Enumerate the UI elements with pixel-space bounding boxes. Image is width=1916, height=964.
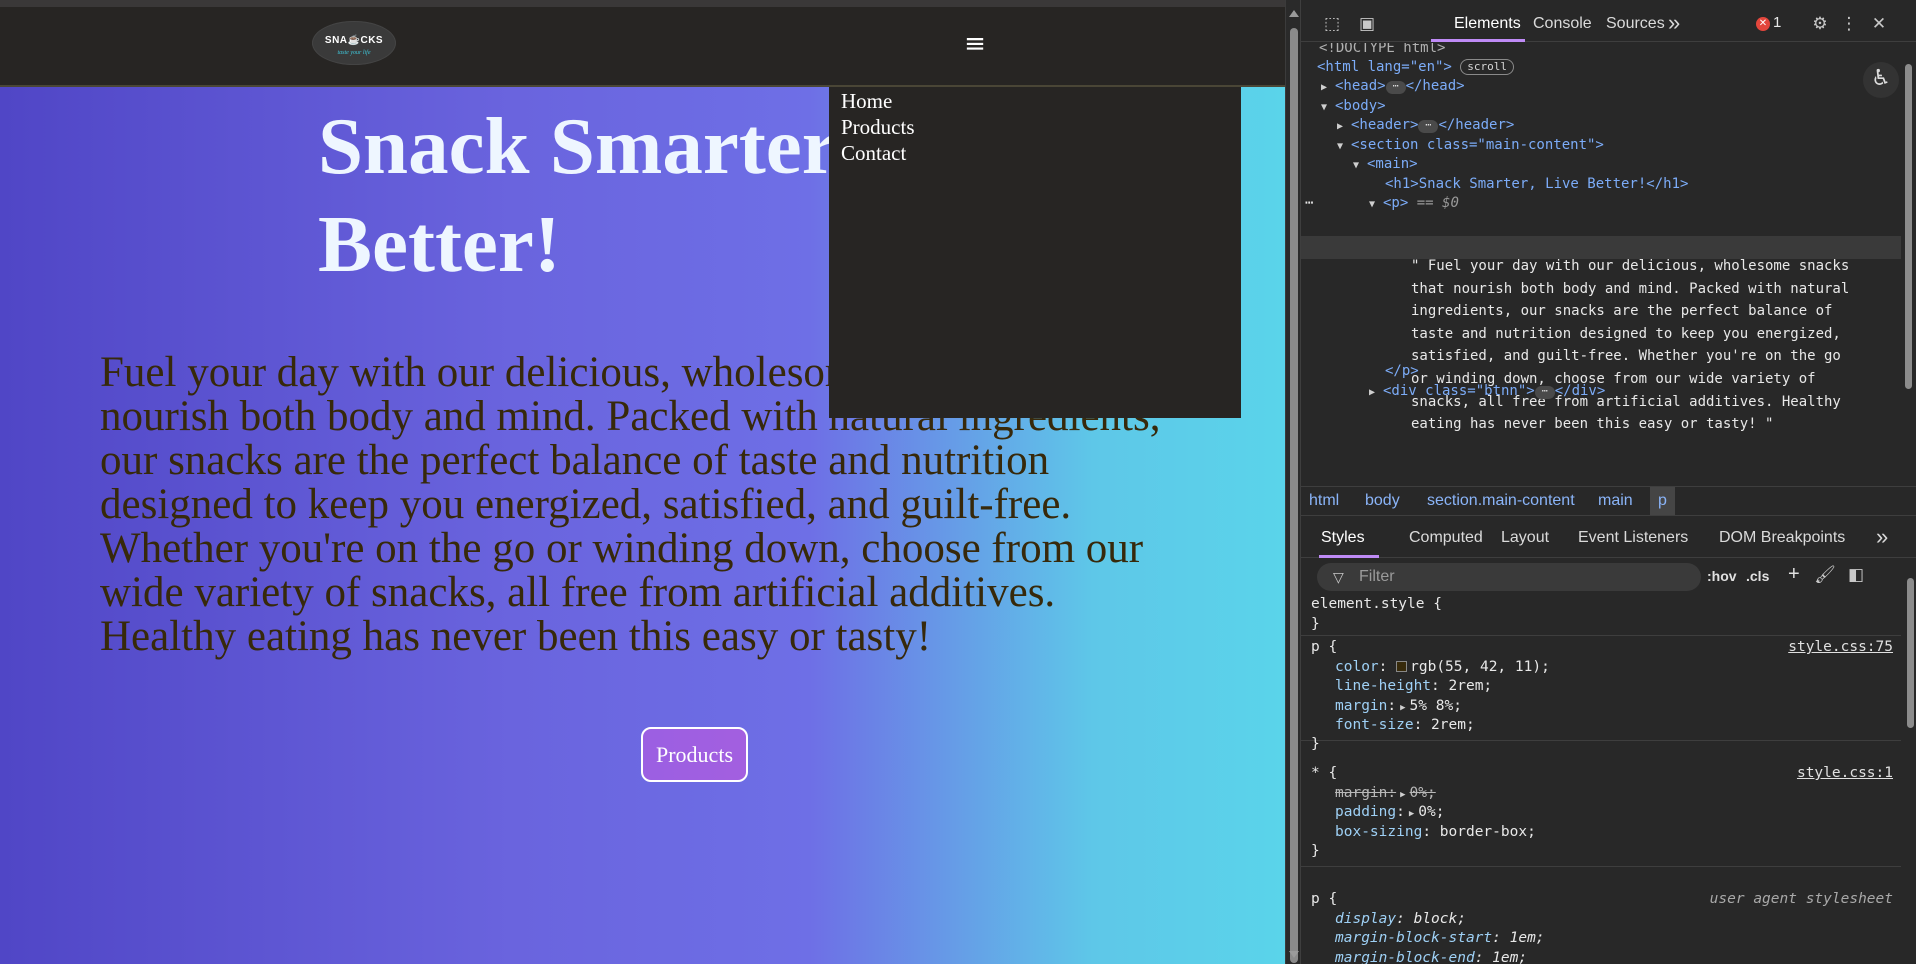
- dom-tree-scrollbar[interactable]: [1902, 50, 1914, 480]
- tab-console[interactable]: Console: [1533, 15, 1592, 33]
- scroll-down-arrow-icon[interactable]: [1289, 951, 1299, 958]
- more-tabs-icon[interactable]: »: [1668, 10, 1680, 36]
- site-header: SNA☕CKS taste your life ≡: [0, 0, 1285, 87]
- error-count: 1: [1773, 14, 1782, 31]
- logo-tagline: taste your life: [337, 50, 371, 56]
- decl-margin-block-end[interactable]: margin-block-end: 1em;: [1335, 949, 1527, 964]
- devtools-tab-bar: ⬚ ▣ Elements Console Sources » ✕ 1 ⚙ ⋮ ✕: [1301, 7, 1916, 42]
- rule-source-link[interactable]: style.css:1: [1797, 764, 1893, 784]
- decl-margin-block-start[interactable]: margin-block-start: 1em;: [1335, 929, 1545, 949]
- class-toggle[interactable]: .cls: [1746, 568, 1769, 584]
- style-rules-list: element.style { } p { style.css:75 color…: [1301, 594, 1901, 964]
- new-rule-button[interactable]: +: [1788, 563, 1800, 586]
- rule-close: }: [1311, 736, 1320, 752]
- styles-scrollbar[interactable]: [1904, 562, 1916, 962]
- breadcrumb-section[interactable]: section.main-content: [1427, 492, 1575, 510]
- scroll-badge[interactable]: scroll: [1460, 59, 1515, 75]
- styles-tab-bar: Styles Computed Layout Event Listeners D…: [1301, 520, 1916, 558]
- filter-icon: ▽: [1333, 569, 1344, 585]
- decl-padding[interactable]: padding: ▶ 0%;: [1335, 803, 1444, 825]
- nav-link-products[interactable]: Products: [841, 114, 1229, 140]
- tab-computed[interactable]: Computed: [1409, 529, 1483, 547]
- rule-source-link[interactable]: style.css:75: [1788, 638, 1893, 658]
- decl-font-size[interactable]: font-size: 2rem;: [1335, 716, 1475, 736]
- decl-line-height[interactable]: line-height: 2rem;: [1335, 677, 1492, 697]
- dom-tree: <!DOCTYPE html> <html lang="en"> scroll …: [1301, 43, 1901, 483]
- paint-bucket-icon[interactable]: 🖌: [1814, 564, 1836, 586]
- rule-close: }: [1311, 616, 1320, 632]
- rule-selector: p {: [1311, 891, 1338, 907]
- hover-state-toggle[interactable]: :hov: [1707, 568, 1737, 584]
- active-tab-indicator: [1431, 39, 1525, 42]
- nav-dropdown-menu: Home Products Contact: [829, 87, 1241, 418]
- devtools-panel: ⬚ ▣ Elements Console Sources » ✕ 1 ⚙ ⋮ ✕ …: [1300, 0, 1916, 964]
- tab-elements[interactable]: Elements: [1454, 15, 1521, 33]
- decl-color[interactable]: color: rgb(55, 42, 11);: [1335, 658, 1550, 678]
- scroll-up-arrow-icon[interactable]: [1289, 10, 1299, 17]
- scrollbar-thumb[interactable]: [1290, 28, 1298, 963]
- rule-selector: element.style {: [1311, 596, 1442, 612]
- scrollbar-thumb[interactable]: [1907, 578, 1914, 728]
- rule-element-style[interactable]: element.style { }: [1301, 594, 1901, 636]
- dom-node-div-btnn[interactable]: ▶ <div class="btnn"> ⋯ </div>: [1369, 380, 1605, 404]
- scrollbar-thumb[interactable]: [1905, 64, 1912, 389]
- page-scrollbar[interactable]: [1285, 0, 1300, 964]
- rule-close: }: [1311, 843, 1320, 859]
- decl-box-sizing[interactable]: box-sizing: border-box;: [1335, 823, 1536, 843]
- decl-display[interactable]: display: block;: [1335, 910, 1466, 930]
- nav-link-home[interactable]: Home: [841, 88, 1229, 114]
- accessibility-tree-icon[interactable]: ♿: [1863, 62, 1899, 98]
- toggle-sidebar-icon[interactable]: ◧: [1845, 564, 1867, 586]
- close-devtools-icon[interactable]: ✕: [1868, 13, 1890, 35]
- settings-gear-icon[interactable]: ⚙: [1809, 13, 1831, 35]
- tab-layout[interactable]: Layout: [1501, 529, 1549, 547]
- dom-text-node[interactable]: " Fuel your day with our delicious, whol…: [1411, 255, 1891, 436]
- rule-p-stylecss[interactable]: p { style.css:75 color: rgb(55, 42, 11);…: [1301, 636, 1901, 752]
- tab-dom-breakpoints[interactable]: DOM Breakpoints: [1719, 529, 1845, 547]
- rule-source-label: user agent stylesheet: [1709, 891, 1893, 907]
- more-options-icon[interactable]: ⋮: [1838, 13, 1860, 35]
- tab-sources[interactable]: Sources: [1606, 15, 1665, 33]
- nav-link-contact[interactable]: Contact: [841, 140, 1229, 166]
- page-viewport: SNA☕CKS taste your life ≡ Snack Smarter,…: [0, 0, 1285, 964]
- rule-user-agent-p[interactable]: p { user agent stylesheet display: block…: [1301, 888, 1901, 964]
- styles-filter-input[interactable]: ▽ Filter: [1317, 563, 1701, 591]
- more-panes-icon[interactable]: »: [1876, 524, 1888, 550]
- tab-styles[interactable]: Styles: [1321, 529, 1365, 547]
- breadcrumb-p[interactable]: p: [1650, 487, 1675, 515]
- breadcrumb-body[interactable]: body: [1365, 492, 1400, 510]
- logo-text: SNA☕CKS: [324, 35, 384, 46]
- device-toolbar-icon[interactable]: ▣: [1356, 13, 1378, 35]
- dom-row-menu-icon[interactable]: ⋯: [1305, 192, 1313, 215]
- error-count-badge[interactable]: ✕ 1: [1756, 14, 1790, 34]
- filter-placeholder: Filter: [1359, 568, 1395, 585]
- breadcrumb: html body section.main-content main p: [1301, 486, 1916, 516]
- inspect-element-icon[interactable]: ⬚: [1321, 13, 1343, 35]
- error-icon: ✕: [1756, 17, 1770, 31]
- rule-selector: p {: [1311, 639, 1338, 655]
- site-logo[interactable]: SNA☕CKS taste your life: [312, 21, 396, 65]
- rule-selector: * {: [1311, 765, 1338, 781]
- breadcrumb-html[interactable]: html: [1309, 492, 1339, 510]
- tab-event-listeners[interactable]: Event Listeners: [1578, 529, 1688, 547]
- dom-node-p[interactable]: ▼ <p> == $0: [1369, 192, 1459, 216]
- styles-filter-row: ▽ Filter :hov .cls + 🖌 ◧: [1301, 558, 1916, 592]
- breadcrumb-main[interactable]: main: [1598, 492, 1633, 510]
- rule-universal[interactable]: * { style.css:1 margin: ▶ 0%; padding: ▶ 0%;…: [1301, 762, 1901, 867]
- color-swatch[interactable]: [1396, 661, 1408, 672]
- hamburger-menu-icon[interactable]: ≡: [963, 31, 987, 57]
- products-button[interactable]: Products: [641, 727, 748, 782]
